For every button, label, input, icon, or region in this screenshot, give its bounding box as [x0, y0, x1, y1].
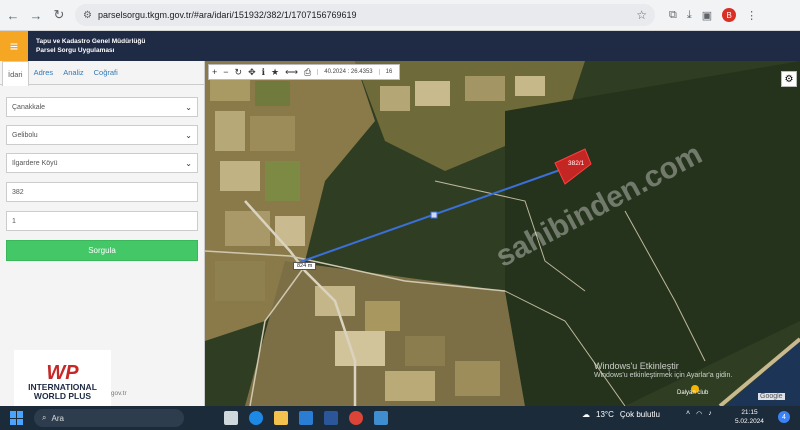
taskbar-search[interactable]: ⌕ Ara [34, 409, 184, 427]
chevron-down-icon: ⌄ [185, 158, 192, 168]
parcel-label: 382/1 [568, 160, 585, 167]
chrome-icon[interactable] [349, 411, 363, 425]
company-logo: WP INTERNATIONAL WORLD PLUS [14, 350, 111, 414]
parcel-input[interactable]: 1 [6, 211, 198, 231]
query-button[interactable]: Sorgula [6, 240, 198, 261]
query-tabs: İdari Adres Analiz Coğrafi [0, 61, 204, 86]
neighborhood-value: Ilgardere Köyü [12, 159, 58, 167]
coordinate-readout: 40.2024 : 26.4353 [317, 69, 373, 75]
activation-subtitle: Windows'u etkinleştirmek için Ayarlar'a … [594, 372, 733, 379]
bookmark-star-icon[interactable]: ☆ [636, 8, 647, 22]
address-bar[interactable]: ⚙ parselsorgu.tkgm.gov.tr/#ara/idari/151… [75, 4, 655, 26]
distance-label: 824 m [293, 262, 317, 270]
forward-icon[interactable]: → [26, 5, 46, 25]
district-select[interactable]: Gelibolu ⌄ [6, 125, 198, 145]
search-icon: ⌕ [42, 413, 47, 422]
parcel-value: 1 [12, 217, 16, 225]
map-view[interactable]: sahibinden.com + − ↻ ✥ ℹ ★ ⟷ ⎙ 40.2024 :… [205, 61, 800, 406]
app-header: ≡ Tapu ve Kadastro Genel Müdürlüğü Parse… [0, 31, 800, 61]
map-toolbar: + − ↻ ✥ ℹ ★ ⟷ ⎙ 40.2024 : 26.4353 16 [208, 64, 401, 80]
reload-icon[interactable]: ↻ [49, 5, 69, 25]
chevron-down-icon: ⌄ [185, 102, 192, 112]
mail-icon[interactable] [299, 411, 313, 425]
system-tray: ˄ ◠ ♪ [686, 410, 712, 418]
chevron-down-icon: ⌄ [185, 130, 192, 140]
measure-icon[interactable]: ⟷ [285, 67, 298, 78]
app-title: Tapu ve Kadastro Genel Müdürlüğü Parsel … [36, 37, 145, 55]
windows-start-icon[interactable] [10, 411, 24, 425]
clock-date: 5.02.2024 [735, 418, 764, 425]
app-title-line1: Tapu ve Kadastro Genel Müdürlüğü [36, 38, 146, 45]
windows-taskbar: ⌕ Ara [0, 406, 800, 430]
site-info-icon[interactable]: ⚙ [83, 10, 92, 21]
cloud-icon: ☁ [582, 410, 590, 419]
zoom-in-icon[interactable]: + [212, 67, 217, 77]
file-explorer-icon[interactable] [274, 411, 288, 425]
tab-adres[interactable]: Adres [29, 61, 59, 84]
settings-gear-icon[interactable]: ⚙ [781, 71, 797, 87]
network-icon[interactable]: ◠ [696, 410, 702, 418]
pan-icon[interactable]: ✥ [248, 67, 256, 78]
clock-time: 21:15 [741, 409, 758, 416]
zoom-out-icon[interactable]: − [223, 67, 228, 77]
logo-line2: WORLD PLUS [33, 391, 92, 401]
chevron-up-icon[interactable]: ˄ [686, 410, 690, 418]
favorite-star-icon[interactable]: ★ [271, 67, 279, 78]
refresh-icon[interactable]: ↻ [235, 67, 243, 78]
tab-analiz[interactable]: Analiz [58, 61, 88, 84]
district-value: Gelibolu [12, 131, 38, 139]
satellite-imagery [205, 61, 800, 406]
windows-activation-watermark: Windows'u Etkinleştir Windows'u etkinleş… [594, 361, 732, 381]
download-icon[interactable]: ⤓ [687, 9, 692, 22]
menu-kebab-icon[interactable]: ⋮ [746, 9, 757, 22]
notification-badge[interactable]: 4 [778, 411, 790, 423]
sidepanel-icon[interactable]: ▣ [702, 9, 712, 22]
taskbar-clock[interactable]: 21:15 5.02.2024 [735, 408, 764, 426]
volume-icon[interactable]: ♪ [708, 410, 712, 418]
word-icon[interactable] [324, 411, 338, 425]
province-select[interactable]: Çanakkale ⌄ [6, 97, 198, 117]
block-input[interactable]: 382 [6, 182, 198, 202]
activation-title: Windows'u Etkinleştir [594, 361, 679, 371]
screen: ← → ↻ ⚙ parselsorgu.tkgm.gov.tr/#ara/ida… [0, 0, 800, 430]
profile-avatar[interactable]: B [722, 8, 737, 22]
place-label: Dalyan club [677, 390, 709, 396]
info-icon[interactable]: ℹ [262, 67, 265, 78]
tab-cografi[interactable]: Coğrafi [89, 61, 123, 84]
logo-mark: WP [46, 362, 79, 384]
browser-toolbar: ← → ↻ ⚙ parselsorgu.tkgm.gov.tr/#ara/ida… [0, 0, 800, 31]
neighborhood-select[interactable]: Ilgardere Köyü ⌄ [6, 153, 198, 173]
tab-idari[interactable]: İdari [2, 61, 29, 86]
extensions-icon[interactable]: ⧉ [669, 9, 677, 22]
back-icon[interactable]: ← [3, 5, 23, 25]
weather-widget[interactable]: ☁ 13°C Çok bulutlu [582, 410, 660, 419]
hamburger-menu-icon[interactable]: ≡ [0, 31, 28, 61]
app-title-line2: Parsel Sorgu Uygulaması [36, 47, 115, 54]
google-logo: Google [758, 393, 785, 400]
province-value: Çanakkale [12, 103, 46, 111]
weather-temperature: 13°C [596, 410, 614, 419]
zoom-level-readout: 16 [378, 69, 397, 75]
block-value: 382 [12, 188, 24, 196]
edge-browser-icon[interactable] [249, 411, 263, 425]
print-icon[interactable]: ⎙ [304, 67, 311, 78]
photos-icon[interactable] [374, 411, 388, 425]
url-text: parselsorgu.tkgm.gov.tr/#ara/idari/15193… [97, 10, 357, 20]
weather-description: Çok bulutlu [619, 410, 660, 419]
search-placeholder: Ara [51, 413, 64, 423]
task-view-icon[interactable] [224, 411, 238, 425]
